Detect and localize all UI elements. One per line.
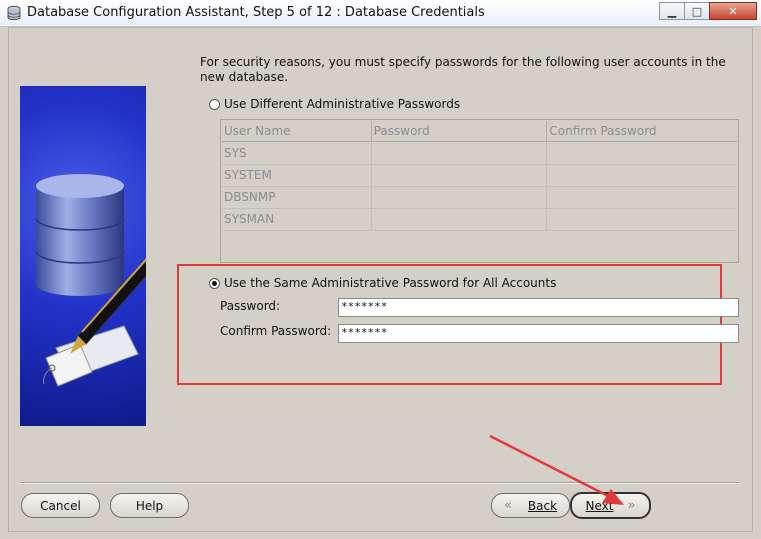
cancel-button[interactable]: Cancel [21, 493, 100, 518]
cell-password [372, 164, 548, 186]
user-accounts-table: User Name Password Confirm Password SYS … [220, 119, 739, 263]
table-row: SYSTEM [222, 164, 737, 187]
title-bar: Database Configuration Assistant, Step 5… [0, 0, 761, 27]
radio-same-password-label[interactable]: Use the Same Administrative Password for… [224, 276, 556, 290]
chevron-right-icon: » [627, 498, 636, 513]
column-header-password: Password [372, 121, 548, 141]
cell-user-name: SYS [222, 142, 372, 164]
maximize-button[interactable]: □ [684, 2, 710, 20]
cell-password [372, 208, 548, 230]
wizard-illustration [20, 86, 146, 426]
window-controls: ▁ □ ✕ [659, 2, 757, 22]
cell-password [372, 186, 548, 208]
cell-confirm-password [547, 142, 737, 164]
chevron-left-icon: « [503, 498, 512, 513]
cell-confirm-password [547, 208, 737, 230]
close-button[interactable]: ✕ [709, 2, 757, 20]
confirm-password-field[interactable]: ******* [338, 324, 739, 343]
intro-text: For security reasons, you must specify p… [200, 55, 726, 84]
next-button-label: Next [585, 498, 614, 513]
cell-confirm-password [547, 164, 737, 186]
password-label: Password: [220, 299, 281, 313]
window-title: Database Configuration Assistant, Step 5… [27, 5, 485, 20]
cell-user-name: SYSMAN [222, 208, 372, 230]
back-button-label: Back [527, 498, 558, 513]
cell-user-name: SYSTEM [222, 164, 372, 186]
column-header-user-name: User Name [222, 121, 372, 141]
radio-different-passwords[interactable] [209, 99, 220, 110]
table-row: SYSMAN [222, 208, 737, 231]
database-app-icon [7, 5, 21, 21]
column-header-confirm-password: Confirm Password [549, 124, 657, 138]
next-button[interactable]: Next » [570, 492, 651, 519]
table-row: DBSNMP [222, 186, 737, 209]
confirm-password-label: Confirm Password: [220, 324, 332, 338]
cell-user-name: DBSNMP [222, 186, 372, 208]
radio-same-password[interactable] [209, 278, 220, 289]
fountain-pen-icon [70, 258, 146, 354]
password-field[interactable]: ******* [338, 298, 739, 317]
back-button[interactable]: « Back [491, 493, 570, 518]
radio-different-passwords-label[interactable]: Use Different Administrative Passwords [224, 97, 460, 111]
help-button[interactable]: Help [110, 493, 189, 518]
button-bar-separator [20, 482, 739, 484]
minimize-button[interactable]: ▁ [659, 2, 685, 20]
table-row: SYS [222, 142, 737, 165]
cell-password [372, 142, 548, 164]
table-header: User Name Password Confirm Password [222, 121, 737, 142]
cell-confirm-password [547, 186, 737, 208]
